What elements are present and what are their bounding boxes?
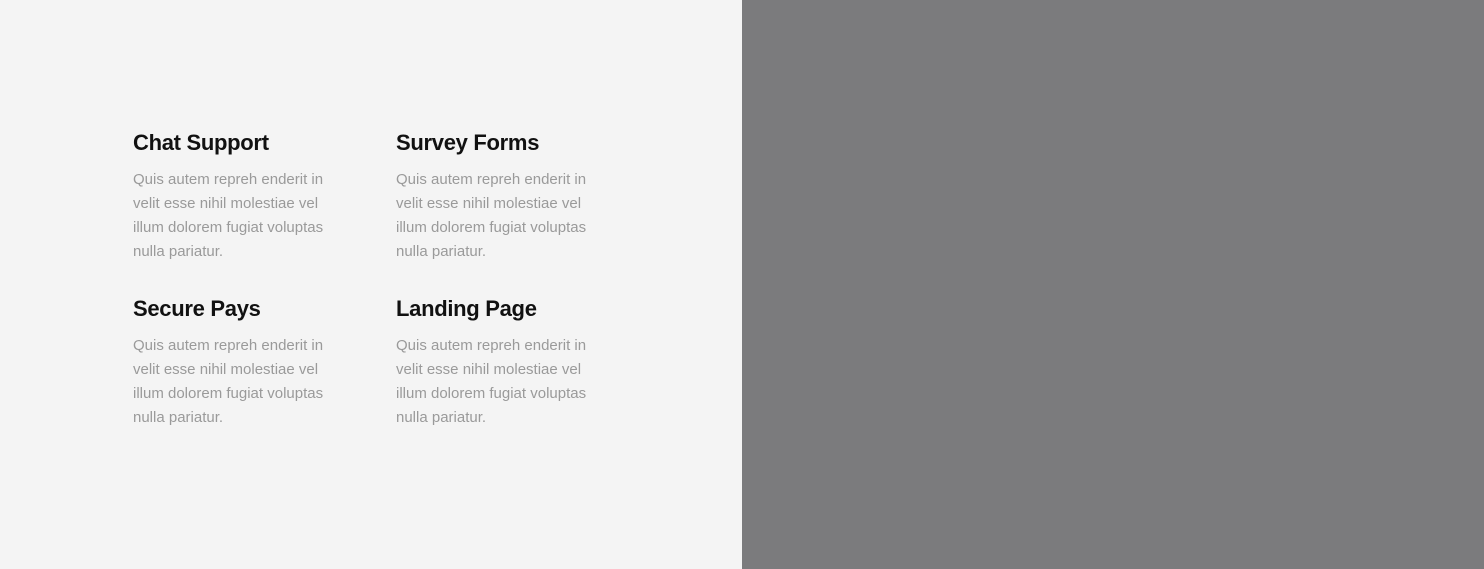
feature-card-secure-pays: Secure Pays Quis autem repreh enderit in… <box>133 294 353 430</box>
feature-description: Quis autem repreh enderit in velit esse … <box>396 171 587 260</box>
feature-description: Quis autem repreh enderit in velit esse … <box>396 337 587 426</box>
feature-card-survey-forms: Survey Forms Quis autem repreh enderit i… <box>396 128 616 264</box>
features-grid: Chat Support Quis autem repreh enderit i… <box>133 128 663 430</box>
feature-title: Landing Page <box>396 296 537 321</box>
feature-title: Chat Support <box>133 130 269 155</box>
feature-card-landing-page: Landing Page Quis autem repreh enderit i… <box>396 294 616 430</box>
feature-title: Secure Pays <box>133 296 261 321</box>
feature-card-chat-support: Chat Support Quis autem repreh enderit i… <box>133 128 353 264</box>
features-section: Chat Support Quis autem repreh enderit i… <box>0 0 742 569</box>
feature-description: Quis autem repreh enderit in velit esse … <box>133 337 324 426</box>
feature-description: Quis autem repreh enderit in velit esse … <box>133 171 324 260</box>
image-placeholder-panel <box>742 0 1484 569</box>
feature-title: Survey Forms <box>396 130 540 155</box>
